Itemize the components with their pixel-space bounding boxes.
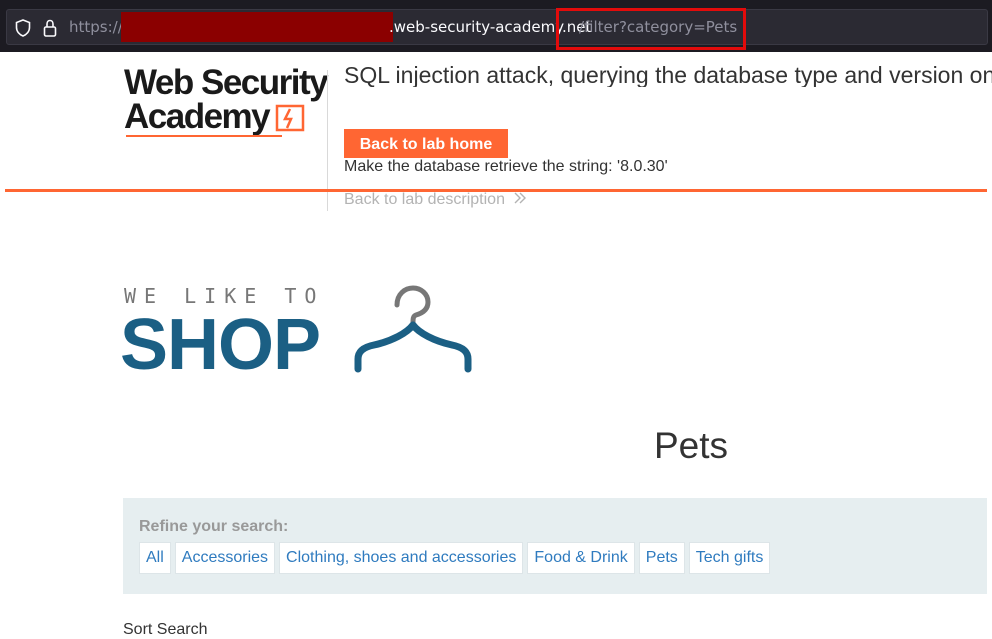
browser-toolbar: https:// .web-security-academy.net /filt… — [0, 0, 992, 52]
back-to-lab-description-link[interactable]: Back to lab description — [344, 191, 527, 209]
refine-search-label: Refine your search: — [139, 518, 289, 535]
double-chevron-right-icon — [514, 192, 527, 204]
lock-icon[interactable] — [43, 19, 57, 37]
category-link-all[interactable]: All — [139, 542, 171, 574]
category-link-tech-gifts[interactable]: Tech gifts — [688, 542, 771, 574]
url-highlight-annotation — [556, 8, 746, 50]
shield-icon[interactable] — [15, 19, 31, 37]
category-link-food-drink[interactable]: Food & Drink — [527, 542, 635, 574]
back-to-lab-home-button[interactable]: Back to lab home — [344, 129, 508, 161]
filter-panel: Refine your search: All Accessories Clot… — [123, 498, 987, 594]
page-title: Pets — [654, 425, 729, 466]
redacted-subdomain — [121, 12, 393, 42]
lab-goal-text: Make the database retrieve the string: '… — [344, 158, 668, 176]
category-link-clothing[interactable]: Clothing, shoes and accessories — [279, 542, 524, 574]
logo-underline — [126, 135, 282, 137]
academy-logo[interactable]: Web Security Academy — [124, 63, 329, 140]
url-scheme: https:// — [69, 18, 123, 36]
hanger-icon — [354, 285, 472, 373]
category-filter-list: All Accessories Clothing, shoes and acce… — [139, 542, 771, 574]
sort-search-label: Sort Search — [123, 621, 208, 638]
address-bar[interactable]: https:// .web-security-academy.net /filt… — [6, 9, 988, 45]
lab-title: SQL injection attack, querying the datab… — [344, 63, 992, 87]
back-to-description-label: Back to lab description — [344, 191, 505, 208]
logo-text-line2: Academy — [124, 97, 271, 136]
shop-logo-text: SHOP — [120, 305, 321, 385]
category-link-accessories[interactable]: Accessories — [174, 542, 276, 574]
logo-text-line1: Web Security — [124, 63, 329, 102]
lightning-badge-icon — [275, 104, 305, 132]
category-link-pets[interactable]: Pets — [638, 542, 685, 574]
